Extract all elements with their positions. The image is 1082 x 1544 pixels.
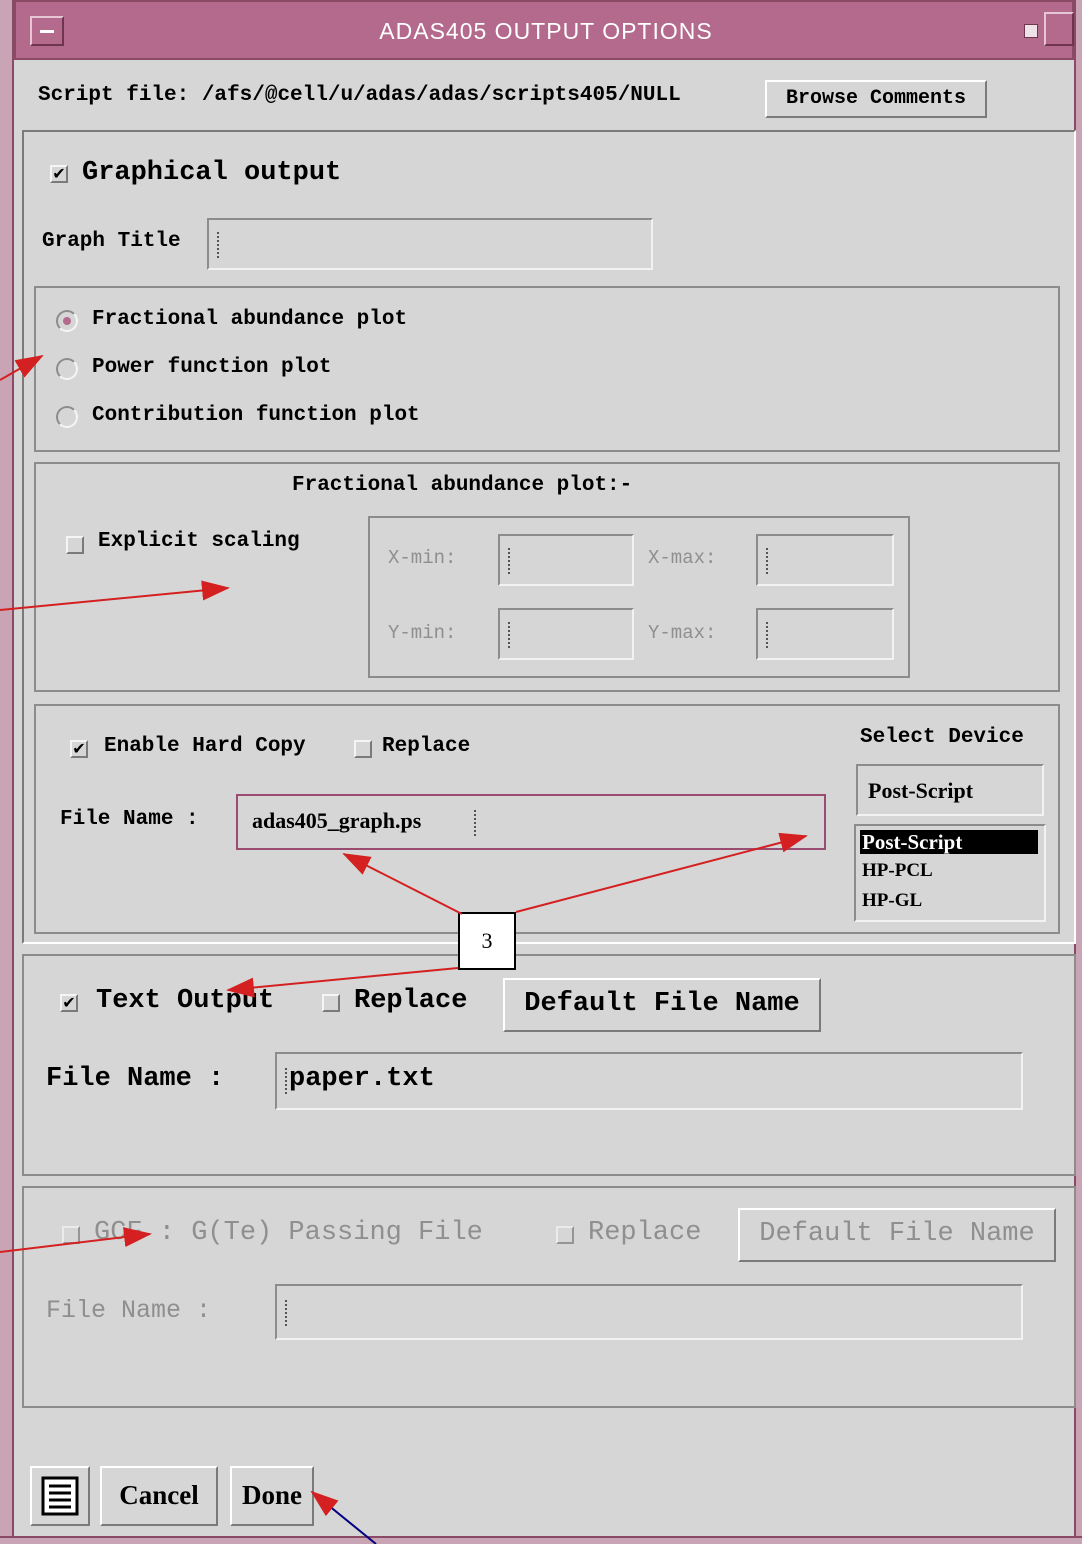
ymax-label: Y-max: — [648, 622, 717, 644]
radio-selected-dot — [63, 317, 71, 325]
enable-hard-copy-label: Enable Hard Copy — [104, 735, 306, 758]
window-border-left[interactable] — [0, 0, 14, 1544]
hard-copy-file-input[interactable]: adas405_graph.ps — [236, 794, 826, 850]
ymin-input[interactable] — [498, 608, 634, 660]
select-device-heading: Select Device — [860, 726, 1024, 749]
text-output-replace-checkbox[interactable] — [322, 994, 340, 1012]
xmax-input[interactable] — [756, 534, 894, 586]
explicit-scaling-checkbox[interactable] — [66, 536, 84, 554]
radio-contribution-function[interactable] — [56, 406, 78, 428]
hard-copy-file-label: File Name : — [60, 808, 199, 831]
list-icon — [41, 1476, 79, 1516]
ymax-input[interactable] — [756, 608, 894, 660]
text-output-file-label: File Name : — [46, 1064, 225, 1094]
graph-title-input[interactable] — [207, 218, 653, 270]
script-file-label: Script file: /afs/@cell/u/adas/adas/scri… — [38, 84, 681, 107]
minimize-icon[interactable] — [1024, 24, 1038, 38]
xmin-label: X-min: — [388, 547, 457, 569]
device-selected-field[interactable]: Post-Script — [856, 764, 1044, 816]
gcf-file-input[interactable] — [275, 1284, 1023, 1340]
text-output-file-value: paper.txt — [289, 1064, 435, 1094]
gcf-checkbox[interactable] — [62, 1226, 80, 1244]
text-cursor — [285, 1300, 291, 1326]
text-output-checkbox[interactable]: ✔ — [60, 994, 78, 1012]
radio-power-function-label: Power function plot — [92, 356, 332, 379]
window-border-bottom[interactable] — [0, 1536, 1082, 1544]
device-selected-value: Post-Script — [868, 778, 974, 803]
radio-power-function[interactable] — [56, 358, 78, 380]
text-cursor — [508, 622, 514, 648]
gcf-replace-label: Replace — [588, 1218, 702, 1248]
menu-list-button[interactable] — [30, 1466, 90, 1526]
callout-box: 3 — [458, 912, 516, 970]
maximize-button[interactable] — [1044, 12, 1074, 46]
callout-label: 3 — [481, 928, 493, 953]
radio-fractional-abundance-label: Fractional abundance plot — [92, 308, 408, 331]
text-cursor — [508, 548, 514, 574]
text-output-label: Text Output — [96, 986, 275, 1016]
browse-comments-button[interactable]: Browse Comments — [765, 80, 987, 118]
text-cursor — [474, 810, 480, 836]
gcf-label: GCF : G(Te) Passing File — [94, 1218, 483, 1248]
scaling-heading: Fractional abundance plot:- — [292, 474, 633, 497]
done-button[interactable]: Done — [230, 1466, 314, 1526]
gcf-replace-checkbox[interactable] — [556, 1226, 574, 1244]
text-cursor — [766, 548, 772, 574]
xmax-label: X-max: — [648, 547, 717, 569]
graph-title-label: Graph Title — [42, 230, 181, 253]
radio-contribution-function-label: Contribution function plot — [92, 404, 420, 427]
text-cursor — [766, 622, 772, 648]
device-list-item[interactable]: HP-GL — [862, 890, 922, 912]
hard-copy-file-value: adas405_graph.ps — [252, 808, 422, 833]
window-title: ADAS405 OUTPUT OPTIONS — [379, 18, 713, 44]
text-output-file-input[interactable]: paper.txt — [275, 1052, 1023, 1110]
device-list-item[interactable]: HP-PCL — [862, 860, 933, 882]
graphical-output-label: Graphical output — [82, 158, 342, 188]
title-bar[interactable]: ADAS405 OUTPUT OPTIONS — [14, 0, 1074, 60]
radio-fractional-abundance[interactable] — [56, 310, 78, 332]
enable-hard-copy-checkbox[interactable]: ✔ — [70, 740, 88, 758]
xmin-input[interactable] — [498, 534, 634, 586]
explicit-scaling-label: Explicit scaling — [98, 530, 300, 553]
graphical-output-checkbox[interactable]: ✔ — [50, 165, 68, 183]
text-cursor — [217, 232, 223, 258]
hard-copy-replace-checkbox[interactable] — [354, 740, 372, 758]
cancel-button[interactable]: Cancel — [100, 1466, 218, 1526]
ymin-label: Y-min: — [388, 622, 457, 644]
text-output-replace-label: Replace — [354, 986, 468, 1016]
gcf-file-label: File Name : — [46, 1296, 212, 1325]
gcf-default-file-button[interactable]: Default File Name — [738, 1208, 1056, 1262]
hard-copy-replace-label: Replace — [382, 735, 471, 758]
text-output-default-file-button[interactable]: Default File Name — [503, 978, 821, 1032]
device-list-item[interactable]: Post-Script — [860, 830, 1038, 854]
device-list[interactable]: Post-Script HP-PCL HP-GL — [854, 824, 1046, 922]
